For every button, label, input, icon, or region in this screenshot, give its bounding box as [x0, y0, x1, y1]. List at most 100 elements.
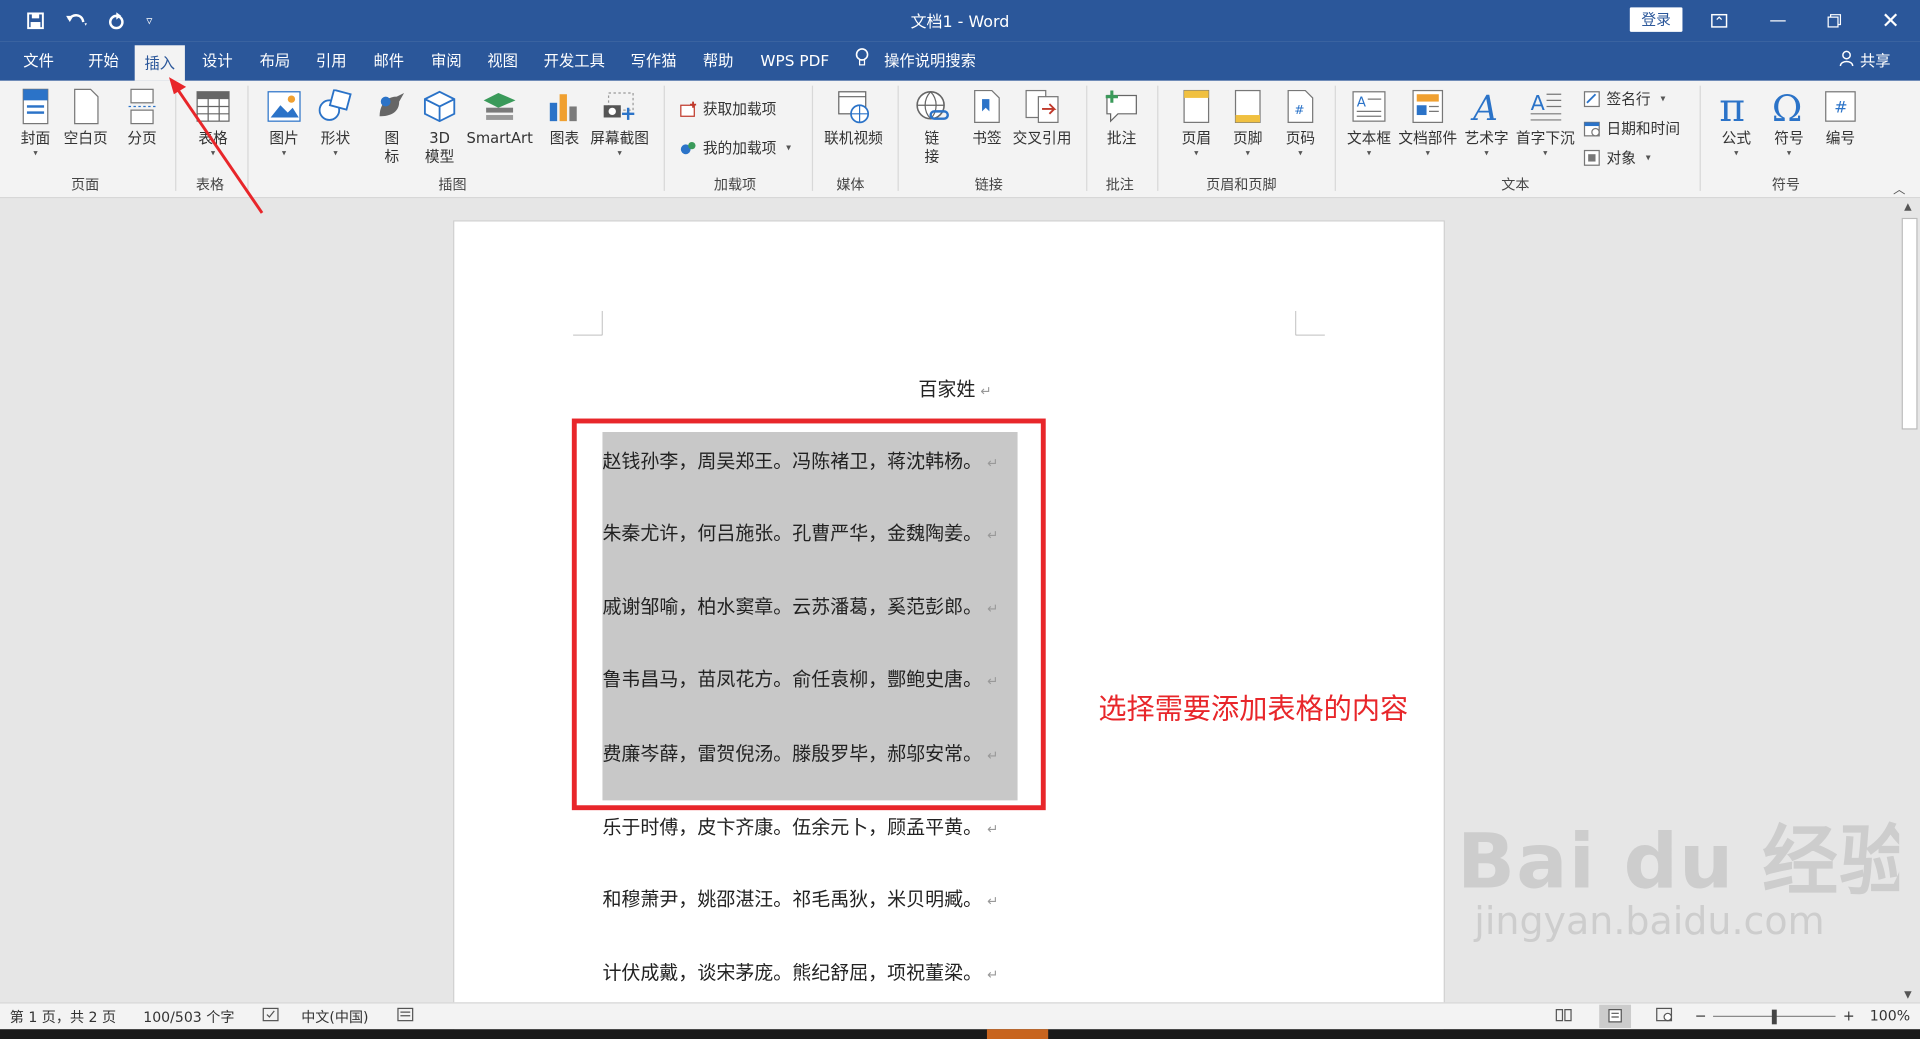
- tab-references[interactable]: 引用: [313, 42, 349, 81]
- vertical-scrollbar[interactable]: ▲ ▼: [1899, 198, 1920, 1003]
- svg-text:A: A: [1357, 95, 1367, 110]
- group-label-links: 链接: [974, 176, 1003, 194]
- online-video-button[interactable]: 联机视频: [824, 86, 883, 148]
- svg-text:#: #: [1834, 98, 1847, 117]
- text-line[interactable]: 乐于时傅，皮卞齐康。伍余元卜，顾孟平黄。 ↵: [602, 814, 998, 841]
- chart-label: 图表: [549, 129, 580, 147]
- tab-wps-pdf[interactable]: WPS PDF: [758, 42, 832, 81]
- ribbon-display-options-icon[interactable]: [1691, 0, 1747, 42]
- tab-mailings[interactable]: 邮件: [371, 42, 407, 81]
- tab-developer[interactable]: 开发工具: [541, 42, 607, 81]
- language[interactable]: 中文(中国): [301, 1007, 368, 1027]
- cover-page-button[interactable]: 封面 ▾: [17, 86, 54, 158]
- scroll-down-icon[interactable]: ▼: [1904, 989, 1912, 1000]
- new-comment-label: 批注: [1106, 129, 1137, 147]
- tab-help[interactable]: 帮助: [700, 42, 736, 81]
- cross-reference-label: 交叉引用: [1012, 129, 1072, 147]
- print-layout-icon[interactable]: [1599, 1004, 1632, 1028]
- get-addins-button[interactable]: 获取加载项: [678, 98, 776, 119]
- red-arrow-icon: [168, 77, 264, 214]
- word-count[interactable]: 100/503 个字: [143, 1007, 234, 1027]
- minimize-icon[interactable]: —: [1750, 0, 1806, 42]
- online-video-icon: [835, 86, 872, 128]
- wordart-button[interactable]: A 艺术字 ▾: [1465, 86, 1509, 158]
- page-break-label: 分页: [127, 129, 157, 147]
- signature-line-icon: [1582, 89, 1602, 109]
- cube-icon: [421, 86, 458, 128]
- collapse-ribbon-icon[interactable]: ︿: [1893, 179, 1905, 197]
- tab-review[interactable]: 审阅: [429, 42, 465, 81]
- blank-page-label: 空白页: [63, 129, 108, 147]
- header-button[interactable]: 页眉 ▾: [1178, 86, 1215, 158]
- share-label: 共享: [1859, 51, 1891, 70]
- object-button[interactable]: 对象 ▾: [1582, 147, 1651, 168]
- restore-icon[interactable]: [1806, 0, 1862, 42]
- link-label-1: 链: [924, 129, 940, 147]
- blank-page-button[interactable]: 空白页: [64, 86, 108, 148]
- link-button[interactable]: 链 接: [913, 86, 950, 167]
- web-layout-icon[interactable]: [1656, 1007, 1673, 1025]
- group-label-comments: 批注: [1105, 176, 1134, 194]
- tab-xiezuomao[interactable]: 写作猫: [628, 42, 679, 81]
- wordart-label: 艺术字: [1464, 129, 1509, 147]
- read-mode-icon[interactable]: [1555, 1007, 1572, 1025]
- tab-home[interactable]: 开始: [86, 42, 122, 81]
- shapes-button[interactable]: 形状 ▾: [317, 86, 354, 158]
- screenshot-button[interactable]: 屏幕截图 ▾: [590, 86, 649, 158]
- group-separator: [663, 85, 665, 191]
- page-break-button[interactable]: 分页: [124, 86, 161, 148]
- number-button[interactable]: # 编号: [1822, 86, 1859, 148]
- watermark-logo-text: Bai du 经验: [1457, 816, 1917, 906]
- page-count[interactable]: 第 1 页，共 2 页: [10, 1007, 116, 1027]
- page-number-button[interactable]: # 页码 ▾: [1282, 86, 1319, 158]
- taskbar-active-app[interactable]: [986, 1029, 1049, 1039]
- proofing-icon[interactable]: [262, 1007, 279, 1025]
- text-line[interactable]: 计伏成戴，谈宋茅庞。熊纪舒屈，项祝董梁。 ↵: [602, 959, 998, 986]
- date-time-button[interactable]: 日期和时间: [1582, 117, 1680, 138]
- text-box-button[interactable]: A 文本框 ▾: [1347, 86, 1391, 158]
- zoom-in-icon[interactable]: +: [1843, 1007, 1855, 1024]
- online-video-label: 联机视频: [824, 129, 883, 147]
- group-separator: [1699, 85, 1701, 191]
- new-comment-button[interactable]: 批注: [1103, 86, 1140, 148]
- cross-reference-icon: [1024, 86, 1061, 128]
- document-heading[interactable]: 百家姓 ↵: [918, 374, 991, 401]
- login-button[interactable]: 登录: [1629, 7, 1683, 32]
- symbol-button[interactable]: Ω 符号 ▾: [1771, 86, 1808, 158]
- dropdown-arrow-icon: ▾: [1645, 151, 1651, 163]
- dropdown-arrow-icon: ▾: [1660, 93, 1666, 105]
- text-line-content: 乐于时傅，皮卞齐康。伍余元卜，顾孟平黄。: [602, 816, 983, 839]
- bookmark-label: 书签: [972, 129, 1002, 147]
- zoom-slider-thumb[interactable]: [1771, 1009, 1777, 1025]
- tab-view[interactable]: 视图: [485, 42, 521, 81]
- zoom-level[interactable]: 100%: [1870, 1007, 1910, 1024]
- smartart-button[interactable]: SmartArt: [467, 86, 533, 148]
- equation-button[interactable]: π 公式 ▾: [1718, 86, 1755, 158]
- shapes-label: 形状: [320, 129, 351, 147]
- my-addins-button[interactable]: 我的加载项 ▾: [678, 137, 791, 158]
- header-label: 页眉: [1181, 129, 1212, 147]
- signature-line-button[interactable]: 签名行 ▾: [1582, 88, 1665, 109]
- share-button[interactable]: 共享: [1839, 42, 1891, 81]
- macro-icon[interactable]: [397, 1007, 414, 1025]
- scrollbar-thumb[interactable]: [1901, 217, 1918, 430]
- 3d-model-button[interactable]: 3D 模型: [421, 86, 458, 167]
- close-icon[interactable]: ✕: [1862, 0, 1918, 42]
- icons-button[interactable]: 图 标: [373, 86, 410, 167]
- tab-file[interactable]: 文件: [21, 42, 57, 81]
- bookmark-button[interactable]: 书签: [969, 86, 1006, 148]
- drop-cap-button[interactable]: A 首字下沉 ▾: [1516, 86, 1575, 158]
- tell-me-search[interactable]: 操作说明搜索: [855, 42, 976, 81]
- scroll-up-icon[interactable]: ▲: [1904, 201, 1912, 212]
- cross-reference-button[interactable]: 交叉引用: [1012, 86, 1072, 148]
- picture-button[interactable]: 图片 ▾: [266, 86, 303, 158]
- quick-parts-button[interactable]: 文档部件 ▾: [1398, 86, 1457, 158]
- blank-page-icon: [67, 86, 104, 128]
- chart-button[interactable]: 图表: [546, 86, 583, 148]
- watermark-url: jingyan.baidu.com: [1474, 899, 1825, 944]
- footer-button[interactable]: 页脚 ▾: [1229, 86, 1266, 158]
- smartart-icon: [481, 86, 518, 128]
- text-line[interactable]: 和穆萧尹，姚邵湛汪。祁毛禹狄，米贝明臧。 ↵: [602, 886, 998, 913]
- date-time-label: 日期和时间: [1606, 119, 1681, 138]
- zoom-out-icon[interactable]: −: [1695, 1007, 1707, 1024]
